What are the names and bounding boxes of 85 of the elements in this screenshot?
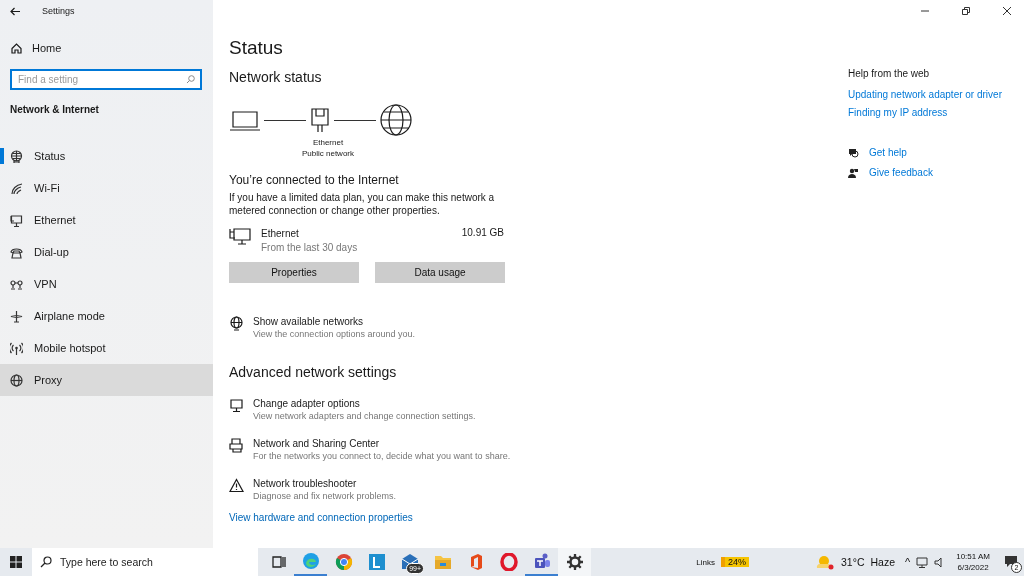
speaker-icon[interactable] xyxy=(934,556,945,568)
speech-bubble-icon xyxy=(1004,554,1018,568)
usage-period: From the last 30 days xyxy=(261,241,359,255)
help-action-link[interactable]: Give feedback xyxy=(869,167,933,178)
adapter-name: Ethernet xyxy=(261,227,300,241)
nav-item[interactable]: Proxy xyxy=(0,364,213,396)
weather-label[interactable]: Haze xyxy=(870,556,895,568)
temperature[interactable]: 31°C xyxy=(841,556,865,568)
setting-link[interactable]: Network and Sharing Center xyxy=(253,438,511,450)
home-icon xyxy=(11,42,22,54)
nav-item[interactable]: Status xyxy=(0,140,213,172)
monitor-icon[interactable] xyxy=(916,556,929,568)
airplane-icon xyxy=(10,309,23,323)
circle-logo-icon xyxy=(334,553,353,571)
nav-item[interactable]: VPN xyxy=(0,268,213,300)
nav-item[interactable]: Wi-Fi xyxy=(0,172,213,204)
people-icon xyxy=(532,552,551,570)
clock-date[interactable]: 6/3/2022 xyxy=(956,562,990,573)
setting-link[interactable]: Network troubleshooter xyxy=(253,478,397,490)
search-icon xyxy=(186,75,195,84)
windows-logo-icon xyxy=(10,556,22,568)
page-title: Status xyxy=(229,37,284,60)
help-action-link[interactable]: Get help xyxy=(869,147,907,158)
globe-icon xyxy=(229,316,244,331)
printer-icon xyxy=(229,438,244,453)
monitor-icon xyxy=(229,398,244,413)
gear-icon xyxy=(565,553,584,571)
maximize-icon[interactable] xyxy=(962,7,970,15)
window-title: Settings xyxy=(42,6,75,16)
globe-icon xyxy=(10,149,23,163)
toolbar-label: Links xyxy=(696,557,715,567)
network-type-label: Public network xyxy=(301,148,355,159)
usage-meter: 24% xyxy=(721,557,750,567)
globe-icon xyxy=(379,103,413,137)
section-heading: Advanced network settings xyxy=(229,364,398,382)
minimize-icon[interactable] xyxy=(921,7,929,15)
properties-link[interactable]: View hardware and connection properties xyxy=(229,512,413,523)
ring-icon xyxy=(499,553,518,571)
help-link[interactable]: Updating network adapter or driver xyxy=(848,89,1024,100)
vpn-icon xyxy=(10,277,23,291)
monitor-icon xyxy=(10,213,23,227)
clock-time[interactable]: 10:51 AM xyxy=(956,551,990,562)
action-button[interactable]: Data usage xyxy=(375,262,505,283)
setting-link[interactable]: Show available networks xyxy=(253,316,415,328)
adapter-label: Ethernet xyxy=(311,137,345,148)
folder-icon xyxy=(433,553,452,571)
nav-item[interactable]: Ethernet xyxy=(0,204,213,236)
nav-item[interactable]: Airplane mode xyxy=(0,300,213,332)
laptop-icon xyxy=(229,108,261,132)
task-view-icon[interactable] xyxy=(272,556,286,568)
connection-description: If you have a limited data plan, you can make this network a metered connection or change other properties. xyxy=(229,191,496,217)
home-link[interactable]: Home xyxy=(0,37,213,59)
setting-description: View network adapters and change connection settings. xyxy=(253,410,476,422)
back-arrow-icon[interactable] xyxy=(10,6,21,16)
section-heading: Network & Internet xyxy=(10,104,100,117)
show-hidden-icons-button[interactable]: ^ xyxy=(905,556,911,568)
ethernet-port-icon xyxy=(309,107,331,133)
setting-description: For the networks you connect to, decide what you want to share. xyxy=(253,450,511,462)
antenna-icon xyxy=(10,341,23,355)
setting-description: Diagnose and fix network problems. xyxy=(253,490,397,502)
search-field[interactable]: Type here to search xyxy=(32,548,258,576)
help-link[interactable]: Finding my IP address xyxy=(848,107,1024,118)
data-amount: 10.91 GB xyxy=(461,227,504,238)
action-button[interactable]: Properties xyxy=(229,262,359,283)
warning-icon xyxy=(229,478,244,493)
browser-wave-icon xyxy=(301,552,320,570)
person-icon xyxy=(848,167,859,178)
chat-bubble-icon xyxy=(848,147,859,158)
nav-item[interactable]: Dial-up xyxy=(0,236,213,268)
nav-item[interactable]: Mobile hotspot xyxy=(0,332,213,364)
wifi-icon xyxy=(10,181,23,195)
help-heading: Help from the web xyxy=(848,68,931,81)
setting-link[interactable]: Change adapter options xyxy=(253,398,476,410)
section-heading: Network status xyxy=(229,69,323,87)
setting-description: View the connection options around you. xyxy=(253,328,415,340)
letter-tile-icon xyxy=(367,553,386,571)
sun-cloud-icon[interactable] xyxy=(815,554,836,570)
close-icon[interactable] xyxy=(1003,7,1011,15)
search-field[interactable]: Find a setting xyxy=(10,69,202,90)
globe-icon xyxy=(10,373,23,387)
monitor-icon xyxy=(229,227,251,245)
phone-icon xyxy=(10,245,23,259)
search-icon xyxy=(40,556,52,568)
taskbar-app[interactable] xyxy=(558,548,591,576)
connection-heading: You’re connected to the Internet xyxy=(229,173,400,188)
